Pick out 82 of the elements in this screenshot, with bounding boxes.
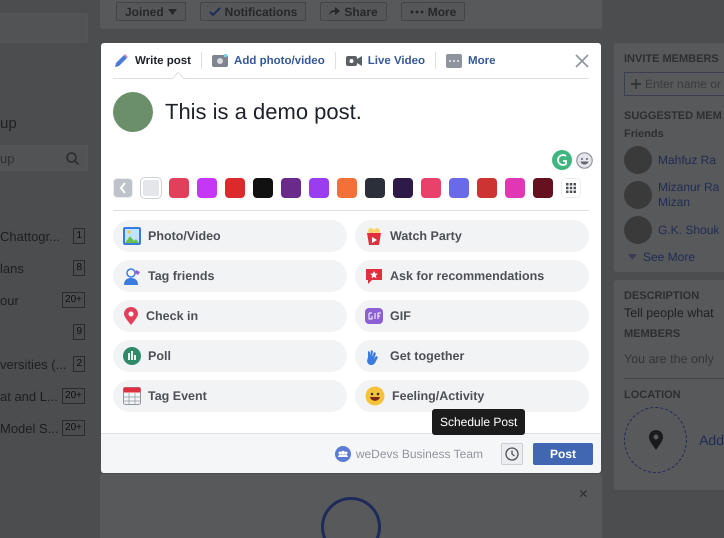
post-text: This is a demo post. [165,99,362,126]
background-swatch[interactable] [477,178,497,198]
check-icon [208,6,221,16]
composer-action-button[interactable]: Get together [355,340,589,372]
smiley-face-icon [365,386,385,406]
composer-tab[interactable]: Live Video [334,52,436,69]
background-swatch[interactable] [253,178,273,198]
location-pin-icon [648,430,663,450]
composer-action-button[interactable]: Watch Party [355,220,589,252]
group-icon [334,446,351,462]
share-arrow-icon [329,7,340,16]
composer-action-button[interactable]: Photo/Video [113,220,347,252]
composer-action-button[interactable]: Feeling/Activity [355,380,589,412]
schedule-button[interactable] [501,442,523,464]
composer-tab[interactable]: Write post [113,52,202,69]
search-icon [66,152,79,164]
background-swatch[interactable] [309,178,329,198]
count-badge: 20+ [62,388,85,404]
background-swatch[interactable] [197,178,217,198]
dots-box-icon [446,54,462,68]
picture-icon [123,227,141,245]
tooltip: Schedule Post [432,409,526,435]
caret-icon [628,254,637,260]
composer-tab[interactable]: Add photo/video [201,52,335,69]
background-swatch[interactable] [505,178,525,198]
background-swatch[interactable] [533,178,553,198]
gif-icon [365,308,383,324]
composer-action-button[interactable]: Tag friends [113,260,347,292]
group-name: weDevs Business Team [356,446,483,460]
close-icon[interactable]: × [578,486,588,504]
camera-icon [212,54,228,67]
caret-icon [168,8,177,14]
composer-action-button[interactable]: Check in [113,300,347,332]
calendar-icon [123,387,141,405]
background-swatch[interactable] [281,178,301,198]
close-button[interactable] [575,54,589,68]
background-swatch[interactable] [449,178,469,198]
background-swatch[interactable] [141,178,161,198]
background-swatch[interactable] [421,178,441,198]
background-swatch[interactable] [337,178,357,198]
composer-action-button[interactable]: GIF [355,300,589,332]
post-button[interactable]: Post [533,442,593,464]
friend-name[interactable]: Mahfuz Ra [658,152,716,168]
chevron-left-icon [119,182,127,194]
background-swatch[interactable] [169,178,189,198]
background-swatch[interactable] [393,178,413,198]
background-swatch[interactable] [225,178,245,198]
friend-name[interactable]: Mizanur Ra Mizan [658,180,720,210]
count-badge: 1 [73,228,85,244]
count-badge: 9 [73,324,85,340]
grammar-check-icon [552,150,572,170]
avatar [624,216,652,244]
plus-icon [631,79,641,89]
avatar [624,146,652,174]
smiley-icon [576,152,593,169]
count-badge: 2 [73,356,85,372]
count-badge: 20+ [62,420,85,436]
friend-name[interactable]: G.K. Shouk [658,222,720,238]
person-tag-icon [123,267,141,285]
popcorn-icon [365,227,383,245]
background-swatch[interactable] [365,178,385,198]
star-speech-bubble-icon [365,267,383,285]
location-pin-icon [123,307,139,325]
close-icon [575,54,589,68]
video-camera-icon [346,56,362,66]
bar-chart-circle-icon [123,347,141,365]
grid-icon [566,183,576,193]
user-avatar [113,92,153,132]
avatar [624,181,652,209]
composer-action-button[interactable]: Tag Event [113,380,347,412]
composer-action-button[interactable]: Poll [113,340,347,372]
composer-action-button[interactable]: Ask for recommendations [355,260,589,292]
see-more-link[interactable]: See More [643,250,696,264]
composer-tab[interactable]: More [435,52,506,69]
grid-menu-button[interactable] [561,178,581,198]
pencil-icon [113,52,129,68]
description-text: Tell people what [624,306,715,320]
clock-icon [505,446,519,460]
count-badge: 8 [73,260,85,276]
count-badge: 20+ [62,292,85,308]
add-location-link[interactable]: Add [699,432,724,448]
dots-icon [410,10,424,14]
